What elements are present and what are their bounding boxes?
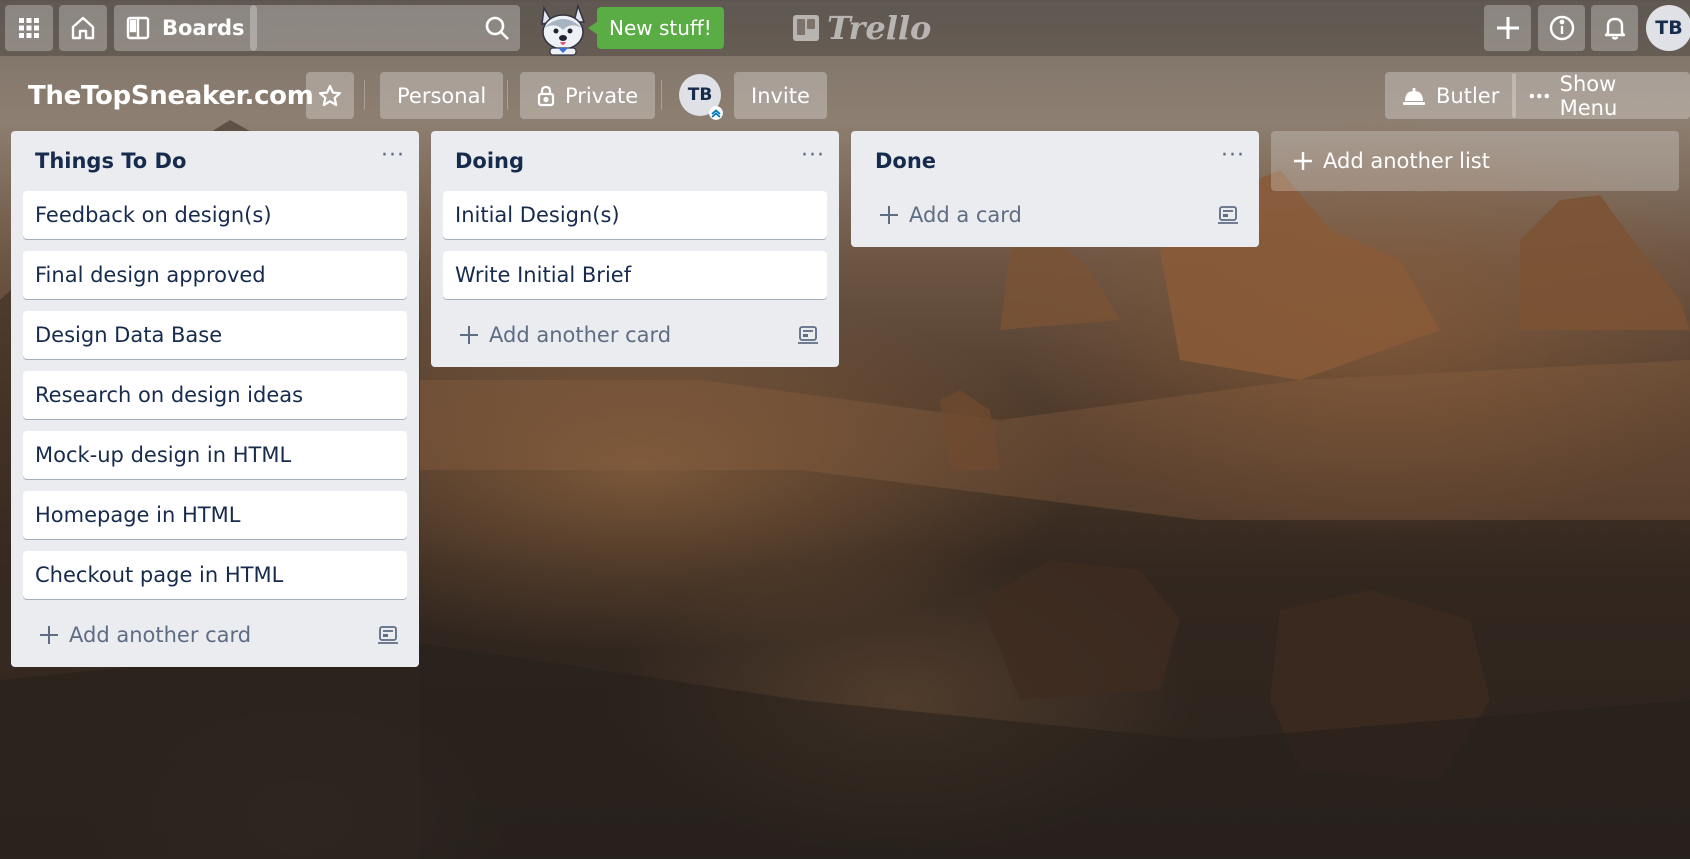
home-button[interactable] xyxy=(59,5,107,51)
board-title[interactable]: TheTopSneaker.com xyxy=(28,76,314,116)
list-menu-icon[interactable]: ··· xyxy=(801,145,825,177)
add-card-button[interactable]: Add another card xyxy=(443,311,827,359)
star-icon xyxy=(318,84,342,106)
bell-icon xyxy=(1604,17,1625,40)
card[interactable]: Initial Design(s) xyxy=(443,191,827,239)
user-avatar[interactable]: TB xyxy=(1646,5,1690,51)
list-header[interactable]: Doing ··· xyxy=(431,131,839,191)
card[interactable]: Checkout page in HTML xyxy=(23,551,407,599)
list-menu-icon[interactable]: ··· xyxy=(381,145,405,177)
plus-icon xyxy=(40,626,58,644)
card-template-icon[interactable] xyxy=(1217,205,1239,225)
plus-icon xyxy=(1496,17,1519,39)
card-title: Mock-up design in HTML xyxy=(35,443,292,467)
user-avatar-initials: TB xyxy=(1655,17,1683,39)
add-card-label: Add a card xyxy=(909,203,1022,227)
star-board-button[interactable] xyxy=(306,72,354,119)
top-navigation-bar: Boards New stuff! Trello TB xyxy=(0,0,1690,56)
butler-label: Butler xyxy=(1436,83,1500,108)
plus-icon xyxy=(880,206,898,224)
visibility-label: Private xyxy=(565,83,639,108)
butler-bell-icon xyxy=(1403,87,1425,105)
card-title: Write Initial Brief xyxy=(455,263,632,287)
trello-logo[interactable]: Trello xyxy=(793,9,932,47)
member-avatar[interactable]: TB xyxy=(679,74,723,120)
list-title[interactable]: Things To Do xyxy=(35,149,186,173)
plus-icon xyxy=(1294,152,1312,170)
card[interactable]: Write Initial Brief xyxy=(443,251,827,299)
list-header[interactable]: Things To Do ··· xyxy=(11,131,419,191)
list-header[interactable]: Done ··· xyxy=(851,131,1259,191)
trello-logo-icon xyxy=(793,15,819,41)
card-template-icon[interactable] xyxy=(377,625,399,645)
list-things-to-do: Things To Do ··· Feedback on design(s) F… xyxy=(11,131,419,667)
invite-button[interactable]: Invite xyxy=(734,72,827,119)
grid-icon xyxy=(19,18,39,38)
card[interactable]: Research on design ideas xyxy=(23,371,407,419)
invite-label: Invite xyxy=(751,83,810,108)
card[interactable]: Design Data Base xyxy=(23,311,407,359)
info-icon xyxy=(1549,15,1574,41)
boards-button[interactable]: Boards xyxy=(114,5,257,51)
list-menu-icon[interactable]: ··· xyxy=(1221,145,1245,177)
card-title: Initial Design(s) xyxy=(455,203,620,227)
info-button[interactable] xyxy=(1538,5,1585,51)
search-input[interactable] xyxy=(250,5,520,51)
card[interactable]: Final design approved xyxy=(23,251,407,299)
card-title: Final design approved xyxy=(35,263,266,287)
header-divider xyxy=(507,80,508,110)
add-list-button[interactable]: Add another list xyxy=(1271,131,1679,191)
add-card-button[interactable]: Add another card xyxy=(23,611,407,659)
apps-button[interactable] xyxy=(5,5,53,51)
create-button[interactable] xyxy=(1484,5,1531,51)
more-horizontal-icon xyxy=(1529,93,1550,98)
trello-logo-text: Trello xyxy=(827,9,932,47)
header-divider xyxy=(661,80,662,110)
add-card-button[interactable]: Add a card xyxy=(863,191,1247,239)
new-stuff-button[interactable]: New stuff! xyxy=(588,7,724,49)
card-title: Design Data Base xyxy=(35,323,223,347)
list-done: Done ··· Add a card xyxy=(851,131,1259,247)
card-title: Feedback on design(s) xyxy=(35,203,272,227)
new-stuff-label: New stuff! xyxy=(609,16,712,40)
card[interactable]: Homepage in HTML xyxy=(23,491,407,539)
card[interactable]: Mock-up design in HTML xyxy=(23,431,407,479)
add-card-label: Add another card xyxy=(69,623,252,647)
member-avatar-initials: TB xyxy=(687,85,713,105)
search-icon xyxy=(485,16,509,40)
list-title[interactable]: Doing xyxy=(455,149,524,173)
team-button[interactable]: Personal xyxy=(380,72,504,119)
team-label: Personal xyxy=(397,83,487,108)
board-title-text: TheTopSneaker.com xyxy=(28,81,314,111)
card-title: Checkout page in HTML xyxy=(35,563,284,587)
board-icon xyxy=(126,16,150,40)
list-doing: Doing ··· Initial Design(s) Write Initia… xyxy=(431,131,839,367)
add-card-label: Add another card xyxy=(489,323,672,347)
add-list-label: Add another list xyxy=(1323,149,1490,173)
house-icon xyxy=(71,16,95,40)
plus-icon xyxy=(460,326,478,344)
lock-icon xyxy=(537,85,555,106)
boards-label: Boards xyxy=(162,16,245,40)
taco-mascot-icon[interactable] xyxy=(530,2,594,56)
header-divider xyxy=(364,80,365,110)
card[interactable]: Feedback on design(s) xyxy=(23,191,407,239)
card-title: Homepage in HTML xyxy=(35,503,241,527)
show-menu-label: Show Menu xyxy=(1559,71,1618,120)
visibility-button[interactable]: Private xyxy=(520,72,656,119)
card-title: Research on design ideas xyxy=(35,383,304,407)
card-template-icon[interactable] xyxy=(797,325,819,345)
show-menu-button[interactable]: Show Menu xyxy=(1512,71,1690,120)
butler-button[interactable]: Butler xyxy=(1385,72,1517,119)
list-title[interactable]: Done xyxy=(875,149,936,173)
admin-chevron-icon xyxy=(709,106,723,120)
notifications-button[interactable] xyxy=(1591,5,1638,51)
